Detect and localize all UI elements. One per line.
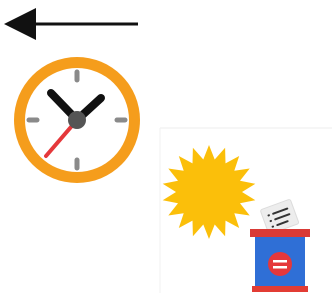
ballot-box-base: [252, 286, 308, 292]
sun-icon: [162, 145, 256, 239]
arrow-left-icon[interactable]: [4, 8, 138, 40]
ballot-box-emblem: [268, 252, 292, 276]
clock-center: [68, 111, 86, 129]
illustration-canvas: [4, 8, 332, 293]
ballot-box-icon: [250, 199, 310, 292]
ballot-box-lid: [250, 229, 310, 237]
clock-icon: [14, 57, 140, 183]
